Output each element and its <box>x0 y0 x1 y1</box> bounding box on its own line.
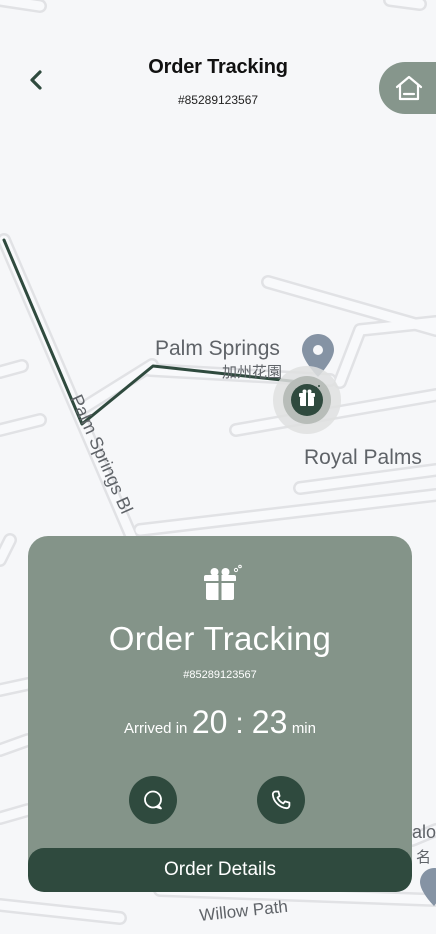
order-number: #85289123567 <box>177 93 259 107</box>
courier-location-marker[interactable] <box>273 366 341 434</box>
eta-unit: min <box>291 720 316 737</box>
gift-icon <box>204 564 242 600</box>
card-order-number: #85289123567 <box>183 669 257 681</box>
phone-icon <box>271 790 291 810</box>
map-label-royal-palms: Royal Palms <box>304 446 422 469</box>
eta-row: Arrived in 20:23 min <box>28 704 412 741</box>
home-button[interactable] <box>379 62 436 114</box>
tracking-card: Order Tracking #85289123567 Arrived in 2… <box>28 536 412 892</box>
chat-icon <box>144 790 162 810</box>
map-label-edge-right-1: alo <box>412 822 436 842</box>
page-title: Order Tracking <box>148 56 288 78</box>
card-title: Order Tracking <box>108 620 332 657</box>
map-label-palm-springs-cn: 加州花園 <box>222 363 282 381</box>
order-tracking-screen: Palm Springs 加州花園 Royal Palms Palm Sprin… <box>0 0 436 934</box>
map-label-palm-springs: Palm Springs <box>155 337 280 360</box>
order-details-button[interactable]: Order Details <box>28 848 412 892</box>
top-bar: Order Tracking #85289123567 <box>0 0 436 120</box>
eta-minutes: 20 <box>191 704 228 740</box>
call-button[interactable] <box>257 776 305 824</box>
chat-button[interactable] <box>129 776 177 824</box>
home-icon <box>395 75 423 101</box>
map-label-edge-right-2: 名 <box>416 848 431 866</box>
eta-seconds: 23 <box>251 704 288 740</box>
arrived-label: Arrived in <box>124 720 188 737</box>
eta-separator: : <box>235 707 244 740</box>
